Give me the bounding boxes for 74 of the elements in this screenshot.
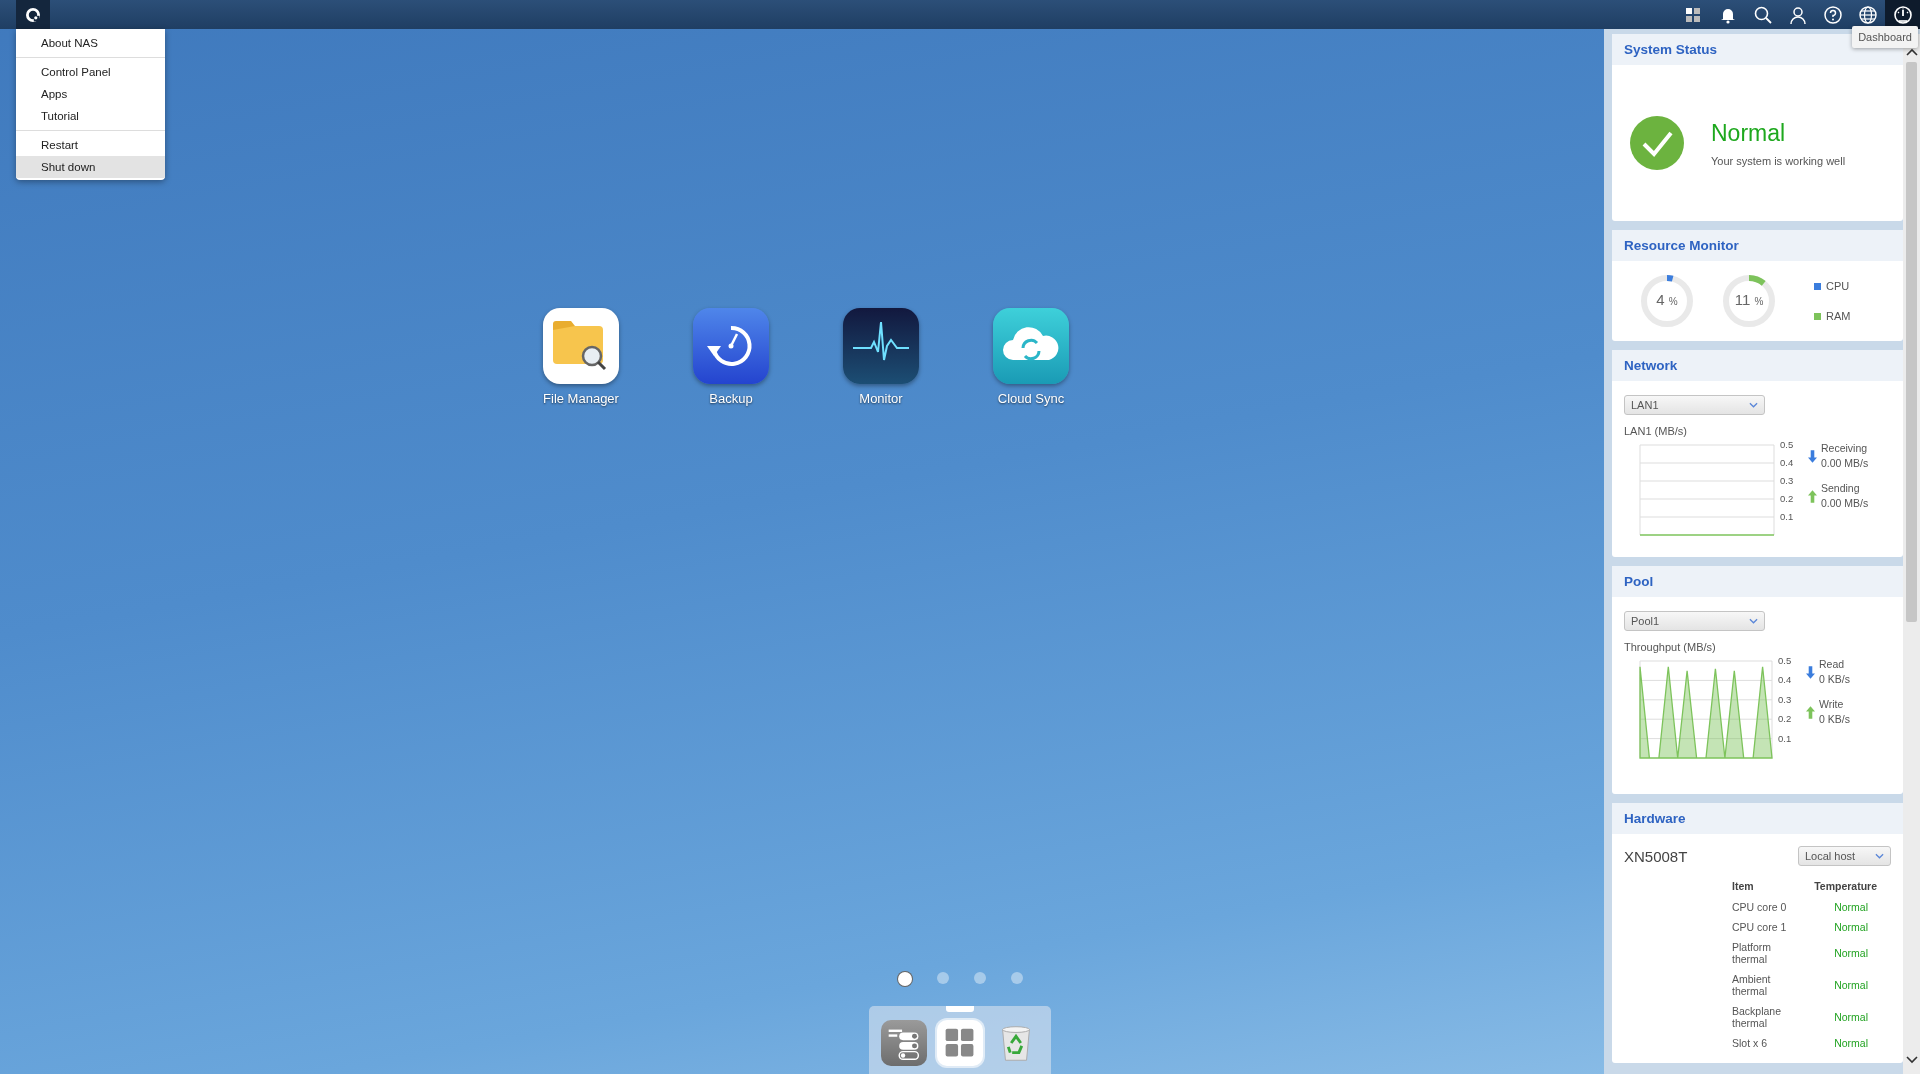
down-arrow-icon bbox=[1808, 449, 1817, 463]
logo-button[interactable] bbox=[16, 0, 50, 29]
menu-item[interactable]: Tutorial bbox=[16, 105, 165, 127]
axis-tick-label: 0.3 bbox=[1780, 475, 1794, 486]
stat-text: Read 0 KB/s bbox=[1819, 657, 1850, 687]
card-title: Resource Monitor bbox=[1612, 230, 1903, 261]
chevron-down-icon bbox=[1749, 618, 1758, 624]
table-cell-text: Normal bbox=[1833, 978, 1869, 993]
status-message: Your system is working well bbox=[1711, 154, 1846, 167]
table-cell-text: Platform thermal bbox=[1732, 940, 1773, 967]
dropdown[interactable]: Pool1 bbox=[1624, 611, 1765, 631]
chevron-down-icon bbox=[1875, 853, 1884, 859]
legend-label: CPU bbox=[1826, 280, 1850, 292]
gauge-icon bbox=[1892, 4, 1913, 25]
gauge-value: 11 % bbox=[1733, 291, 1765, 308]
axis-tick-label: 0.3 bbox=[1778, 693, 1792, 705]
stat-text: Write 0 KB/s bbox=[1819, 697, 1850, 727]
scroll-up-icon bbox=[1905, 48, 1918, 56]
tooltip: Dashboard bbox=[1852, 26, 1918, 48]
menu-item[interactable]: Apps bbox=[16, 83, 165, 105]
chart-label: Throughput (MB/s) bbox=[1624, 641, 1717, 653]
table-cell-text: Normal bbox=[1833, 900, 1869, 915]
table-cell-text: Normal bbox=[1833, 1010, 1869, 1025]
down-arrow-icon bbox=[1806, 665, 1815, 679]
stat-text: Receiving 0.00 MB/s bbox=[1821, 441, 1869, 471]
dock-item[interactable] bbox=[937, 1006, 983, 1066]
active-indicator bbox=[946, 1006, 974, 1012]
table-cell-text: Normal bbox=[1833, 920, 1869, 935]
column-header: Temperature bbox=[1814, 880, 1878, 894]
check-circle-icon bbox=[1629, 115, 1685, 171]
table-cell-text: Ambient thermal bbox=[1732, 972, 1772, 999]
chart-label: LAN1 (MB/s) bbox=[1624, 425, 1688, 437]
axis-tick-label: 0.2 bbox=[1780, 493, 1794, 504]
chevron-down-icon bbox=[1749, 402, 1758, 408]
device-model: XN5008T bbox=[1624, 847, 1688, 865]
menu-item[interactable]: Restart bbox=[16, 134, 165, 156]
logo bbox=[25, 6, 41, 23]
table-cell-text: CPU core 1 bbox=[1732, 920, 1788, 935]
card-title: Pool bbox=[1612, 566, 1903, 597]
legend-label: RAM bbox=[1826, 310, 1851, 322]
axis-tick-label: 0.5 bbox=[1778, 655, 1792, 666]
axis-tick-label: 0.5 bbox=[1780, 439, 1794, 450]
user-icon bbox=[1787, 4, 1808, 25]
card-title: Hardware bbox=[1612, 803, 1903, 834]
axis-tick-label: 0.2 bbox=[1778, 713, 1792, 725]
table-cell-text: Slot x 6 bbox=[1732, 1036, 1769, 1051]
up-arrow-icon bbox=[1806, 705, 1815, 719]
menu-item[interactable]: Shut down bbox=[16, 156, 165, 178]
axis-tick-label: 0.1 bbox=[1778, 732, 1792, 744]
search-icon bbox=[1752, 4, 1773, 25]
table-cell-text: CPU core 0 bbox=[1732, 900, 1788, 915]
column-header: Item bbox=[1732, 880, 1815, 897]
axis-tick-label: 0.1 bbox=[1780, 511, 1794, 522]
dropdown[interactable]: LAN1 bbox=[1624, 395, 1765, 415]
dropdown[interactable]: Local host bbox=[1798, 846, 1891, 866]
scroll-down-icon bbox=[1905, 1056, 1918, 1064]
axis-tick-label: 0.4 bbox=[1780, 457, 1794, 468]
page-dot[interactable] bbox=[1010, 972, 1023, 984]
table-cell-text: Backplane thermal bbox=[1732, 1004, 1783, 1031]
page-dot[interactable] bbox=[973, 972, 986, 984]
stat-text: Sending 0.00 MB/s bbox=[1821, 481, 1869, 511]
menu-item[interactable]: About NAS bbox=[16, 32, 165, 54]
page-dot[interactable] bbox=[897, 972, 912, 986]
menu-item[interactable]: Control Panel bbox=[16, 61, 165, 83]
gauge-value: 4 % bbox=[1655, 291, 1679, 308]
card-title: Network bbox=[1612, 350, 1903, 381]
axis-tick-label: 0.4 bbox=[1778, 674, 1792, 686]
up-arrow-icon bbox=[1808, 489, 1817, 503]
page-dot[interactable] bbox=[936, 972, 949, 984]
table-cell-text: Normal bbox=[1833, 946, 1869, 961]
help-icon bbox=[1822, 4, 1843, 25]
status-text: Normal bbox=[1711, 119, 1787, 147]
table-cell-text: Normal bbox=[1833, 1036, 1869, 1051]
globe-icon bbox=[1857, 4, 1878, 25]
